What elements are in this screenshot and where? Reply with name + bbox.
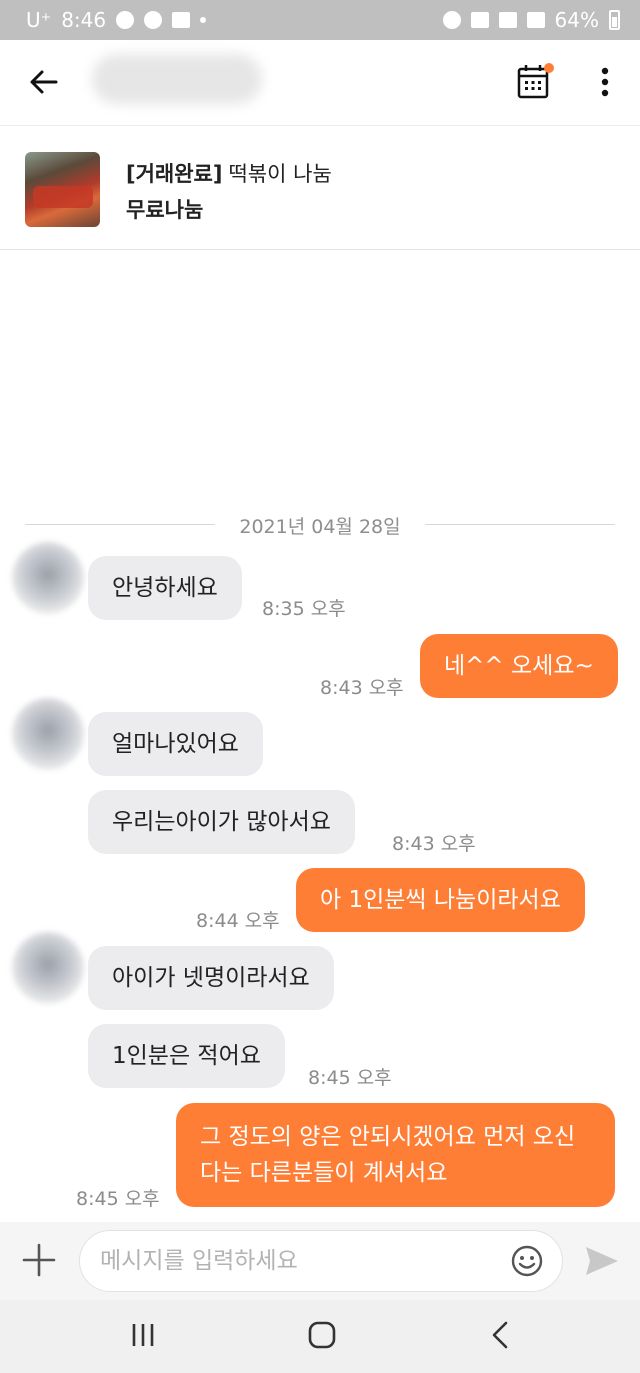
alarm-icon <box>442 11 461 29</box>
chat-date: 2021년 04월 28일 <box>223 516 417 538</box>
battery-percent: 64% <box>554 8 599 32</box>
chat-header <box>0 40 640 126</box>
more-vertical-icon[interactable] <box>592 64 618 100</box>
battery-icon <box>609 10 620 30</box>
system-nav-bar <box>0 1300 640 1373</box>
mute-icon <box>470 12 489 28</box>
message-bubble: 1인분은 적어요 <box>88 1024 285 1088</box>
talk-icon <box>144 11 163 29</box>
gallery-icon <box>172 12 191 28</box>
status-time: 8:46 <box>61 8 107 32</box>
chat-partner-name-blurred <box>92 54 262 104</box>
message-time: 8:45 오후 <box>308 1067 392 1089</box>
arrow-left-icon[interactable] <box>26 64 62 100</box>
message-time: 8:45 오후 <box>76 1188 160 1210</box>
date-divider: 2021년 04월 28일 <box>25 512 615 538</box>
product-price: 무료나눔 <box>126 198 204 222</box>
product-title: 떡볶이 나눔 <box>228 162 332 186</box>
message-time: 8:43 오후 <box>320 677 404 699</box>
emoji-icon[interactable] <box>510 1244 544 1278</box>
back-nav-icon[interactable] <box>490 1321 510 1349</box>
message-time: 8:44 오후 <box>196 910 280 932</box>
message-bubble: 그 정도의 양은 안되시겠어요 먼저 오신다는 다른분들이 계셔서요 <box>176 1103 615 1207</box>
message-input[interactable] <box>79 1230 563 1292</box>
notification-dot <box>544 63 554 73</box>
status-bar: U⁺ 8:46 64% <box>0 0 640 40</box>
message-bubble: 아이가 넷명이라서요 <box>88 946 334 1010</box>
more-notifications-icon <box>200 17 207 23</box>
message-bubble: 네^^ 오세요~ <box>420 634 618 698</box>
message-bubble: 우리는아이가 많아서요 <box>88 790 355 854</box>
product-thumbnail <box>25 152 100 227</box>
message-bubble: 안녕하세요 <box>88 556 242 620</box>
message-bubble: 아 1인분씩 나눔이라서요 <box>296 868 585 932</box>
send-icon[interactable] <box>584 1244 620 1278</box>
recent-apps-icon[interactable] <box>130 1322 156 1348</box>
signal-icon <box>526 12 545 28</box>
product-title-row: [거래완료] 떡볶이 나눔 <box>126 158 332 188</box>
message-bubble: 얼마나있어요 <box>88 712 263 776</box>
avatar[interactable] <box>12 542 84 614</box>
notification-icon <box>116 11 135 29</box>
trade-status: [거래완료] <box>126 162 223 186</box>
message-input-bar <box>0 1222 640 1300</box>
message-time: 8:35 오후 <box>262 598 346 620</box>
avatar[interactable] <box>12 932 84 1004</box>
message-time: 8:43 오후 <box>392 833 476 855</box>
wifi-icon <box>498 12 517 28</box>
product-card[interactable]: [거래완료] 떡볶이 나눔 무료나눔 <box>0 126 640 250</box>
home-icon[interactable] <box>308 1321 336 1349</box>
avatar[interactable] <box>12 698 84 770</box>
carrier-label: U⁺ <box>26 8 52 32</box>
plus-icon[interactable] <box>20 1241 58 1279</box>
calendar-icon[interactable] <box>516 62 554 102</box>
